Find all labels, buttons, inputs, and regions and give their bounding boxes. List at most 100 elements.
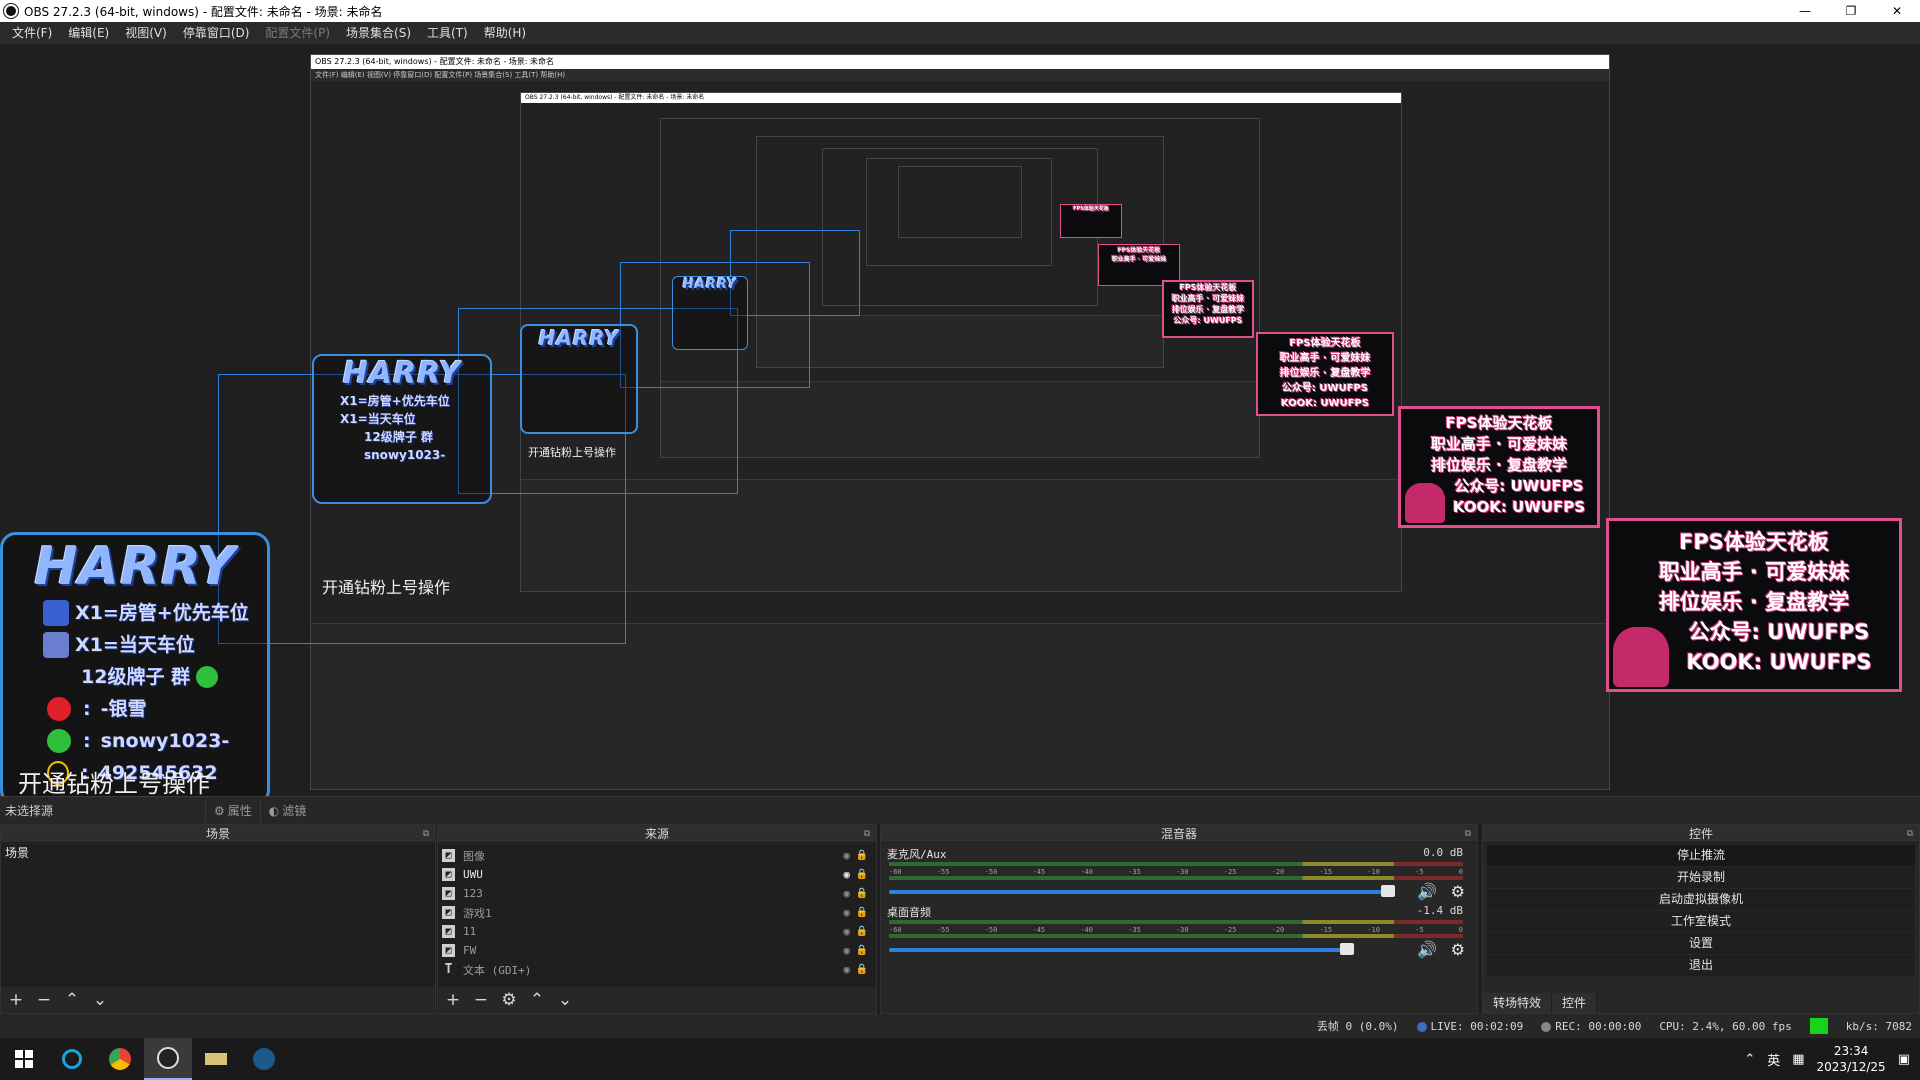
volume-slider-knob[interactable] [1340, 943, 1354, 955]
close-button[interactable]: ✕ [1874, 0, 1920, 22]
banner-line: 排位娱乐 · 复盘教学 [1279, 368, 1371, 379]
volume-slider[interactable] [889, 890, 1388, 894]
menu-file[interactable]: 文件(F) [4, 22, 60, 44]
add-scene-button[interactable]: + [7, 990, 25, 1010]
mixer-title: 混音器 [1160, 827, 1197, 841]
move-up-icon[interactable]: ⌃ [63, 990, 81, 1010]
source-item[interactable]: T 文本 (GDI+) ◉ 🔒 [438, 960, 876, 979]
source-item[interactable]: ◩ 游戏1 ◉ 🔒 [438, 903, 876, 922]
nested-docks-2 [521, 479, 1401, 591]
source-settings-gear-icon[interactable]: ⚙ [500, 990, 518, 1010]
filters-button[interactable]: ◐ 滤镜 [259, 799, 315, 822]
stop-streaming-button[interactable]: 停止推流 [1487, 845, 1915, 866]
wechat-icon [47, 729, 71, 753]
volume-slider-knob[interactable] [1381, 885, 1395, 897]
lock-icon[interactable]: 🔒 [856, 907, 868, 918]
menu-profile[interactable]: 配置文件(P) [257, 22, 338, 44]
settings-button[interactable]: 设置 [1487, 933, 1915, 954]
float-dock-icon[interactable]: ⧉ [864, 825, 870, 843]
remove-source-button[interactable]: − [472, 990, 490, 1010]
banner-line: 职业高手 · 可爱妹妹 [1430, 435, 1568, 453]
rec-time: REC: 00:00:00 [1555, 1019, 1642, 1033]
menu-tools[interactable]: 工具(T) [419, 22, 476, 44]
tab-transitions[interactable]: 转场特效 [1483, 993, 1553, 1013]
clock[interactable]: 23:34 2023/12/25 [1817, 1043, 1886, 1075]
lock-icon[interactable]: 🔒 [856, 888, 868, 899]
chevron-up-icon[interactable]: ⌃ [1744, 1052, 1755, 1067]
visibility-eye-icon[interactable]: ◉ [843, 868, 850, 881]
menu-view[interactable]: 视图(V) [117, 22, 175, 44]
minimize-button[interactable]: — [1782, 0, 1828, 22]
properties-button[interactable]: ⚙ 属性 [205, 799, 260, 822]
notification-icon[interactable]: ▣ [1898, 1052, 1910, 1067]
tick-label: -5 [1415, 868, 1424, 876]
maximize-button[interactable]: ❐ [1828, 0, 1874, 22]
move-down-icon[interactable]: ⌄ [91, 990, 109, 1010]
connection-health-indicator [1809, 1018, 1828, 1034]
tick-label: -45 [1032, 868, 1046, 876]
wechat-icon [196, 666, 219, 688]
visibility-eye-icon[interactable]: ◉ [843, 963, 850, 976]
controls-dock-title: 控件 ⧉ [1483, 825, 1919, 843]
taskbar-app-4[interactable] [192, 1038, 240, 1080]
move-up-icon[interactable]: ⌃ [528, 990, 546, 1010]
tick-label: -40 [1080, 868, 1093, 876]
channel-gear-icon[interactable]: ⚙ [1451, 940, 1465, 959]
ime-indicator[interactable]: 英 [1767, 1050, 1780, 1069]
banner-line: FPS体验天花板 [1117, 247, 1161, 254]
source-item[interactable]: ◩ 123 ◉ 🔒 [438, 884, 876, 903]
source-item[interactable]: ◩ FW ◉ 🔒 [438, 941, 876, 960]
visibility-eye-icon[interactable]: ◉ [843, 906, 850, 919]
lock-icon[interactable]: 🔒 [856, 850, 868, 861]
taskbar-app-1[interactable] [48, 1038, 96, 1080]
start-virtual-camera-button[interactable]: 启动虚拟摄像机 [1487, 889, 1915, 910]
menu-help[interactable]: 帮助(H) [476, 22, 534, 44]
speaker-icon[interactable]: 🔊 [1417, 940, 1437, 959]
menu-edit[interactable]: 编辑(E) [60, 22, 117, 44]
speaker-icon[interactable]: 🔊 [1417, 882, 1437, 901]
visibility-eye-icon[interactable]: ◉ [843, 925, 850, 938]
sources-list[interactable]: ◩ 图像 ◉ 🔒 ◩ UWU ◉ 🔒 ◩ 123 ◉ 🔒 ◩ 游戏1 ◉ 🔒 ◩ 11 ◉ 🔒 ◩ FW ◉ 🔒 T… [438, 844, 876, 987]
image-source-icon: ◩ [442, 944, 455, 957]
chrome-icon [109, 1048, 131, 1070]
lock-icon[interactable]: 🔒 [856, 869, 868, 880]
exit-button[interactable]: 退出 [1487, 955, 1915, 976]
taskbar-obs[interactable] [144, 1038, 192, 1080]
tab-controls[interactable]: 控件 [1552, 993, 1598, 1013]
float-dock-icon[interactable]: ⧉ [1907, 825, 1913, 843]
source-item[interactable]: ◩ 图像 ◉ 🔒 [438, 846, 876, 865]
add-source-button[interactable]: + [444, 990, 462, 1010]
visibility-eye-icon[interactable]: ◉ [843, 944, 850, 957]
visibility-eye-icon[interactable]: ◉ [843, 887, 850, 900]
preview-canvas[interactable]: OBS 27.2.3 (64-bit, windows) - 配置文件: 未命名… [0, 44, 1920, 796]
nested-menu-1: 文件(F) 编辑(E) 视图(V) 停靠窗口(D) 配置文件(P) 场景集合(S… [311, 69, 1609, 81]
badge-icon [43, 600, 69, 626]
scenes-title: 场景 [205, 827, 230, 841]
float-dock-icon[interactable]: ⧉ [1465, 825, 1471, 843]
menu-scene-collection[interactable]: 场景集合(S) [338, 22, 419, 44]
remove-scene-button[interactable]: − [35, 990, 53, 1010]
lock-icon[interactable]: 🔒 [856, 964, 868, 975]
scenes-dock: 场景 ⧉ 场景 + − ⌃ ⌄ [0, 824, 436, 1014]
source-item[interactable]: ◩ 11 ◉ 🔒 [438, 922, 876, 941]
move-down-icon[interactable]: ⌄ [556, 990, 574, 1010]
properties-label: 属性 [227, 804, 252, 818]
scenes-list[interactable]: 场景 [1, 844, 435, 987]
taskbar-chrome[interactable] [96, 1038, 144, 1080]
volume-slider[interactable] [889, 948, 1347, 952]
start-button[interactable] [0, 1038, 48, 1080]
banner-line: FPS体验天花板 [1289, 338, 1361, 349]
source-item[interactable]: ◩ UWU ◉ 🔒 [438, 865, 876, 884]
scene-item[interactable]: 场景 [1, 844, 435, 862]
lock-icon[interactable]: 🔒 [856, 926, 868, 937]
tick-label: -35 [1128, 868, 1141, 876]
visibility-eye-icon[interactable]: ◉ [843, 849, 850, 862]
lock-icon[interactable]: 🔒 [856, 945, 868, 956]
studio-mode-button[interactable]: 工作室模式 [1487, 911, 1915, 932]
menu-docks[interactable]: 停靠窗口(D) [175, 22, 258, 44]
keyboard-icon[interactable]: ▦ [1792, 1052, 1804, 1067]
channel-gear-icon[interactable]: ⚙ [1451, 882, 1465, 901]
float-dock-icon[interactable]: ⧉ [423, 825, 429, 843]
start-recording-button[interactable]: 开始录制 [1487, 867, 1915, 888]
taskbar-steam[interactable] [240, 1038, 288, 1080]
